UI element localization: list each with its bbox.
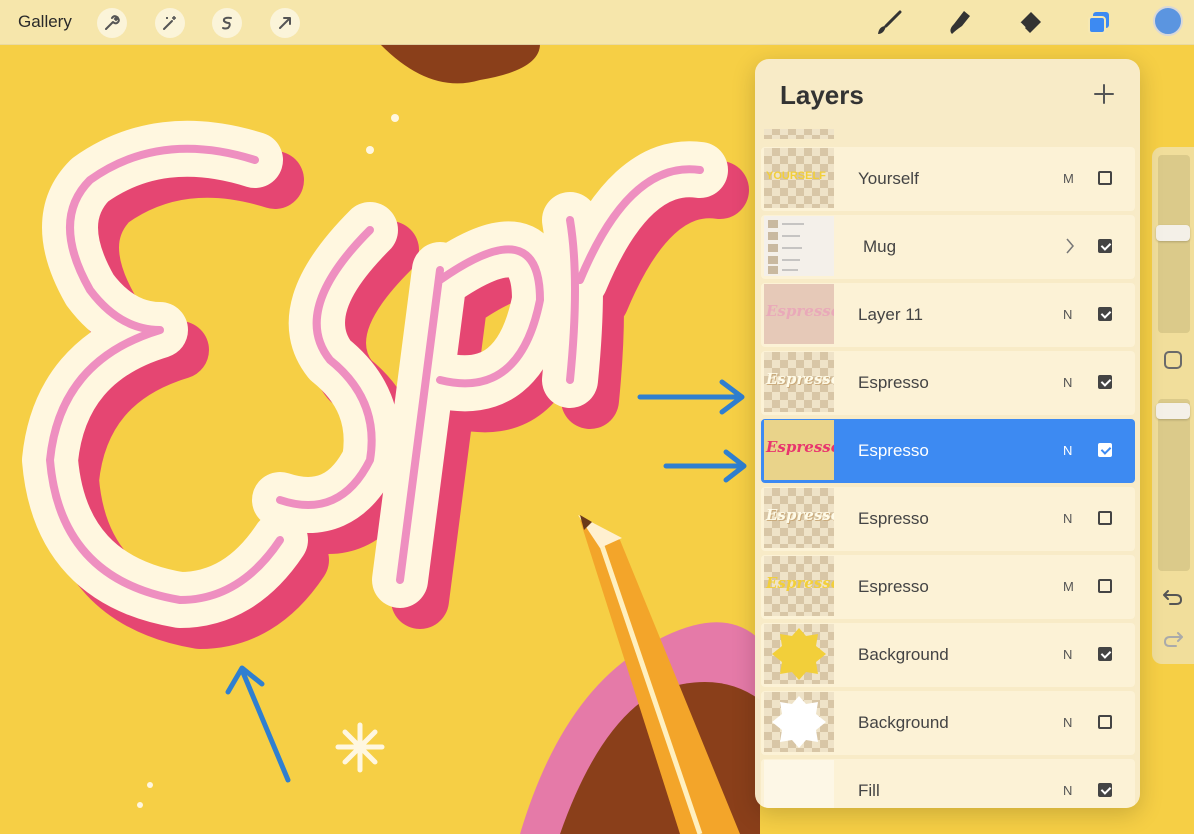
redo-icon[interactable] bbox=[1162, 629, 1184, 654]
layer-row-mug-group[interactable]: Mug bbox=[761, 215, 1135, 279]
layer-name: Espresso bbox=[858, 441, 929, 460]
blend-mode[interactable]: N bbox=[1063, 443, 1072, 458]
layer-row-yourself[interactable]: YOURSELF Yourself M bbox=[761, 147, 1135, 211]
layer-name: Background bbox=[858, 645, 949, 664]
visibility-checkbox[interactable] bbox=[1098, 783, 1112, 797]
visibility-checkbox[interactable] bbox=[1098, 511, 1112, 525]
side-slider-bar bbox=[1152, 147, 1194, 664]
layer-row-espresso[interactable]: Espresso Espresso N bbox=[761, 351, 1135, 415]
layer-name: Mug bbox=[863, 237, 897, 256]
layer-thumbnail: Espresso bbox=[764, 352, 834, 412]
layer-thumbnail bbox=[764, 692, 834, 752]
group-thumbnail bbox=[764, 216, 834, 276]
layer-row-background[interactable]: Background N bbox=[761, 691, 1135, 755]
add-layer-button[interactable] bbox=[1091, 81, 1117, 107]
layer-row-background[interactable]: Background N bbox=[761, 623, 1135, 687]
layer-row-fill[interactable]: Fill N bbox=[761, 759, 1135, 808]
layer-row-espresso-selected[interactable]: Espresso Espresso N bbox=[761, 419, 1135, 483]
layer-name: Yourself bbox=[858, 169, 919, 188]
selection-icon[interactable] bbox=[212, 8, 242, 38]
blend-mode[interactable]: N bbox=[1063, 307, 1072, 322]
opacity-slider[interactable] bbox=[1158, 399, 1190, 571]
modify-button[interactable] bbox=[1164, 351, 1182, 369]
layer-name: Espresso bbox=[858, 577, 929, 596]
layer-row-espresso[interactable]: Espresso Espresso N bbox=[761, 487, 1135, 551]
visibility-checkbox[interactable] bbox=[1098, 171, 1112, 185]
blend-mode[interactable]: M bbox=[1063, 579, 1074, 594]
layer-list[interactable]: YOURSELF Yourself M Mug Espresso Layer 1 bbox=[755, 129, 1140, 808]
visibility-checkbox[interactable] bbox=[1098, 579, 1112, 593]
visibility-checkbox[interactable] bbox=[1098, 375, 1112, 389]
eraser-icon[interactable] bbox=[1013, 7, 1045, 39]
opacity-thumb[interactable] bbox=[1156, 403, 1190, 419]
wrench-icon[interactable] bbox=[97, 8, 127, 38]
visibility-checkbox[interactable] bbox=[1098, 307, 1112, 321]
gallery-button[interactable]: Gallery bbox=[18, 12, 72, 32]
brush-icon[interactable] bbox=[873, 7, 905, 39]
layer-row-layer-11[interactable]: Espresso Layer 11 N bbox=[761, 283, 1135, 347]
blend-mode[interactable]: M bbox=[1063, 171, 1074, 186]
blend-mode[interactable]: N bbox=[1063, 715, 1072, 730]
plus-icon bbox=[1094, 84, 1114, 104]
sparkle-decoration bbox=[335, 722, 385, 773]
color-picker-button[interactable] bbox=[1153, 6, 1183, 36]
layer-thumbnail: Espresso bbox=[764, 420, 834, 480]
visibility-checkbox[interactable] bbox=[1098, 715, 1112, 729]
transform-arrow-icon[interactable] bbox=[270, 8, 300, 38]
layer-thumbnail bbox=[764, 624, 834, 684]
brush-size-slider[interactable] bbox=[1158, 155, 1190, 333]
layer-row-espresso[interactable]: Espresso Espresso M bbox=[761, 555, 1135, 619]
blend-mode[interactable]: N bbox=[1063, 375, 1072, 390]
brush-size-thumb[interactable] bbox=[1156, 225, 1190, 241]
layer-name: Fill bbox=[858, 781, 880, 800]
visibility-checkbox[interactable] bbox=[1098, 239, 1112, 253]
layer-row-partial[interactable] bbox=[761, 129, 1135, 141]
layer-name: Espresso bbox=[858, 373, 929, 392]
layer-thumbnail: Espresso bbox=[764, 556, 834, 616]
layers-icon[interactable] bbox=[1083, 7, 1115, 39]
panel-title: Layers bbox=[780, 80, 864, 110]
magic-wand-icon[interactable] bbox=[155, 8, 185, 38]
visibility-checkbox[interactable] bbox=[1098, 443, 1112, 457]
layer-thumbnail: Espresso bbox=[764, 488, 834, 548]
layer-name: Espresso bbox=[858, 509, 929, 528]
layer-thumbnail: Espresso bbox=[764, 284, 834, 344]
undo-icon[interactable] bbox=[1162, 587, 1184, 612]
visibility-checkbox[interactable] bbox=[1098, 647, 1112, 661]
layer-thumbnail: YOURSELF bbox=[764, 148, 834, 208]
blend-mode[interactable]: N bbox=[1063, 783, 1072, 798]
smudge-icon[interactable] bbox=[943, 7, 975, 39]
layers-panel: Layers YOURSELF Yourself M Mug Espresso … bbox=[755, 59, 1140, 808]
layer-thumbnail bbox=[764, 760, 834, 808]
layer-name: Layer 11 bbox=[858, 305, 923, 324]
top-toolbar: Gallery bbox=[0, 0, 1194, 45]
layer-name: Background bbox=[858, 713, 949, 732]
chevron-right-icon[interactable] bbox=[1065, 237, 1075, 255]
blend-mode[interactable]: N bbox=[1063, 647, 1072, 662]
blend-mode[interactable]: N bbox=[1063, 511, 1072, 526]
